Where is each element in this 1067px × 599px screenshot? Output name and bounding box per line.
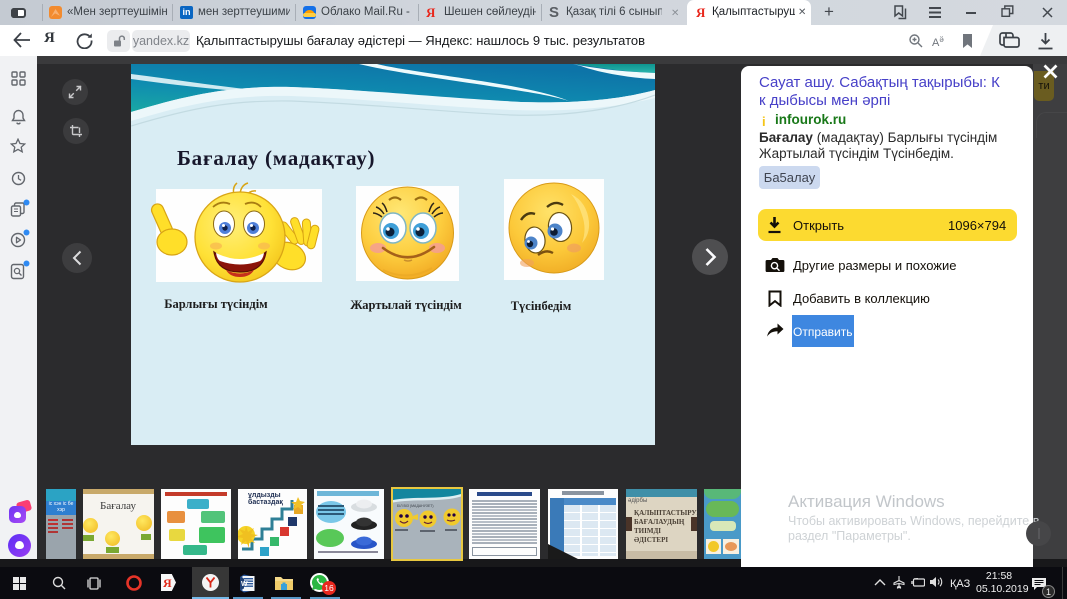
svg-text:W: W xyxy=(241,581,248,588)
svg-text:Бағалау (мадақтау): Бағалау (мадақтау) xyxy=(177,146,375,170)
svg-text:Түсінбедім: Түсінбедім xyxy=(511,299,572,313)
svg-text:Барлығы түсіндім: Барлығы түсіндім xyxy=(164,297,268,311)
svg-text:Жартылай түсіндім: Жартылай түсіндім xyxy=(350,298,462,312)
svg-text:БІЛ ВІЗ (МАДАНУЗЕТ): БІЛ ВІЗ (МАДАНУЗЕТ) xyxy=(397,504,434,508)
